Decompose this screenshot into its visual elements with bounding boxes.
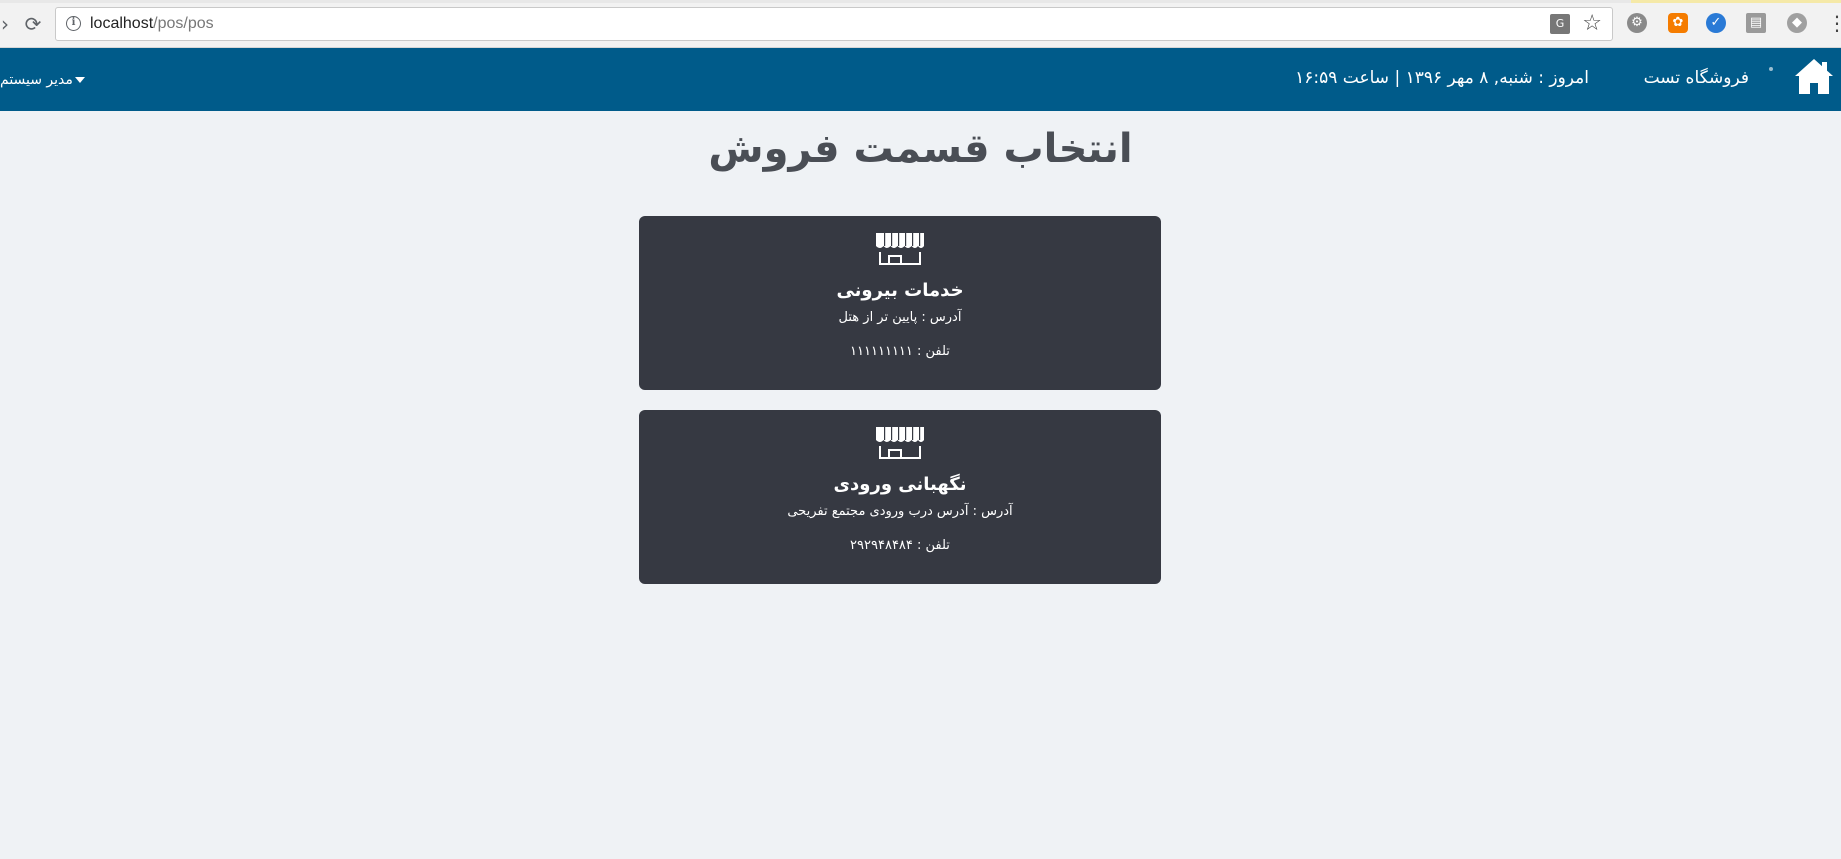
extension-orange-icon[interactable]: ✿ bbox=[1668, 13, 1688, 33]
separator-dot bbox=[1769, 67, 1773, 71]
store-icon bbox=[876, 233, 924, 265]
section-name: خدمات بیرونی bbox=[836, 280, 964, 301]
reload-icon[interactable]: ⟳ bbox=[20, 11, 46, 37]
store-name[interactable]: فروشگاه تست bbox=[1644, 68, 1749, 88]
sales-section-card[interactable]: نگهبانی ورودی آدرس : آدرس درب ورودی مجتم… bbox=[639, 410, 1161, 584]
back-icon[interactable]: › bbox=[0, 11, 18, 37]
user-menu[interactable]: مدیر سیستم bbox=[0, 72, 85, 88]
browser-toolbar: › ⟳ i localhost/pos/pos G ☆ ⚙ ✿ ✓ ▤ ◆ ⋮ bbox=[0, 0, 1841, 48]
sales-section-card[interactable]: خدمات بیرونی آدرس : پایین تر از هتل تلفن… bbox=[639, 216, 1161, 390]
tab-strip bbox=[0, 0, 1841, 3]
browser-menu-icon[interactable]: ⋮ bbox=[1827, 10, 1841, 36]
tab-accent bbox=[1631, 0, 1841, 3]
extension-check-icon[interactable]: ✓ bbox=[1706, 13, 1726, 33]
address-bar[interactable]: i localhost/pos/pos G ☆ bbox=[55, 7, 1613, 41]
section-name: نگهبانی ورودی bbox=[833, 474, 967, 495]
section-address: آدرس : پایین تر از هتل bbox=[838, 310, 962, 325]
section-address: آدرس : آدرس درب ورودی مجتمع تفریحی bbox=[787, 504, 1013, 519]
user-menu-label: مدیر سیستم bbox=[0, 72, 73, 88]
extension-cube-icon[interactable]: ◆ bbox=[1787, 13, 1807, 33]
settings-extension-icon[interactable]: ⚙ bbox=[1627, 13, 1647, 33]
page-title: انتخاب قسمت فروش bbox=[708, 126, 1133, 172]
app-header: فروشگاه تست امروز : شنبه, ۸ مهر ۱۳۹۶ | س… bbox=[0, 48, 1841, 111]
chevron-down-icon bbox=[74, 77, 85, 83]
store-icon bbox=[876, 427, 924, 459]
section-phone: تلفن : ۲۹۲۹۴۸۴۸۴ bbox=[850, 538, 950, 553]
extension-chart-icon[interactable]: ▤ bbox=[1746, 13, 1766, 33]
section-phone: تلفن : ۱۱۱۱۱۱۱۱۱ bbox=[850, 344, 950, 359]
home-icon[interactable] bbox=[1793, 56, 1835, 98]
bookmark-star-icon[interactable]: ☆ bbox=[1582, 10, 1602, 38]
info-icon[interactable]: i bbox=[66, 16, 81, 31]
current-date-time: امروز : شنبه, ۸ مهر ۱۳۹۶ | ساعت ۱۶:۵۹ bbox=[1295, 68, 1589, 88]
url-text[interactable]: localhost/pos/pos bbox=[90, 15, 214, 33]
translate-icon[interactable]: G bbox=[1550, 14, 1570, 34]
